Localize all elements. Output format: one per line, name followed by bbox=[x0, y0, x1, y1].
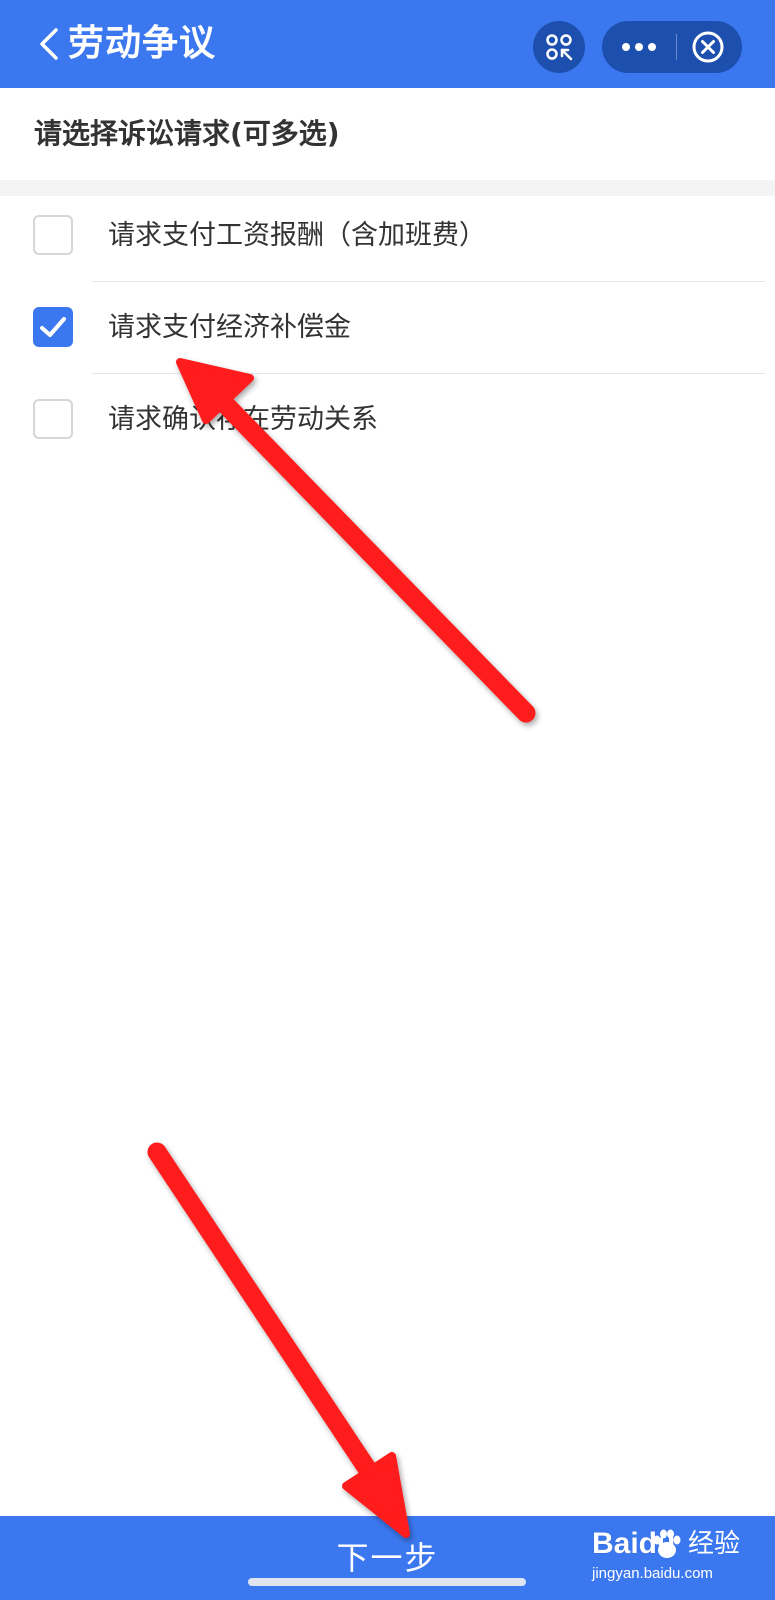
nav-bar: 劳动争议 bbox=[0, 0, 775, 88]
back-button[interactable] bbox=[32, 24, 72, 64]
option-label: 请求支付工资报酬（含加班费） bbox=[108, 220, 486, 251]
page-title: 劳动争议 bbox=[68, 23, 217, 64]
checkbox-checked[interactable] bbox=[33, 307, 73, 347]
section-title: 请选择诉讼请求(可多选) bbox=[34, 117, 340, 150]
watermark-url: jingyan.baidu.com bbox=[592, 1565, 713, 1582]
option-wage-payment[interactable]: 请求支付工资报酬（含加班费） bbox=[0, 190, 775, 282]
checkbox-unchecked[interactable] bbox=[33, 399, 73, 439]
scan-button[interactable] bbox=[533, 21, 585, 73]
more-icon bbox=[622, 43, 656, 51]
checkbox-unchecked[interactable] bbox=[33, 215, 73, 255]
arrow-down-icon bbox=[147, 1142, 410, 1538]
scan-icon bbox=[546, 34, 573, 61]
option-economic-compensation[interactable]: 请求支付经济补偿金 bbox=[0, 282, 775, 374]
option-labor-relation[interactable]: 请求确认存在劳动关系 bbox=[0, 374, 775, 466]
chevron-left-icon bbox=[40, 28, 58, 60]
mini-program-capsule bbox=[602, 21, 742, 73]
checkmark-icon bbox=[40, 317, 66, 337]
option-label: 请求支付经济补偿金 bbox=[108, 312, 351, 343]
paw-icon bbox=[653, 1529, 681, 1558]
more-button[interactable] bbox=[602, 21, 676, 73]
close-circle-icon bbox=[692, 31, 724, 63]
baidu-jingyan-watermark: Baidu 经验 jingyan.baidu.com bbox=[588, 1524, 768, 1590]
watermark-text: 经验 bbox=[688, 1529, 741, 1559]
home-indicator bbox=[248, 1578, 526, 1586]
option-label: 请求确认存在劳动关系 bbox=[108, 404, 378, 435]
close-button[interactable] bbox=[677, 21, 742, 73]
